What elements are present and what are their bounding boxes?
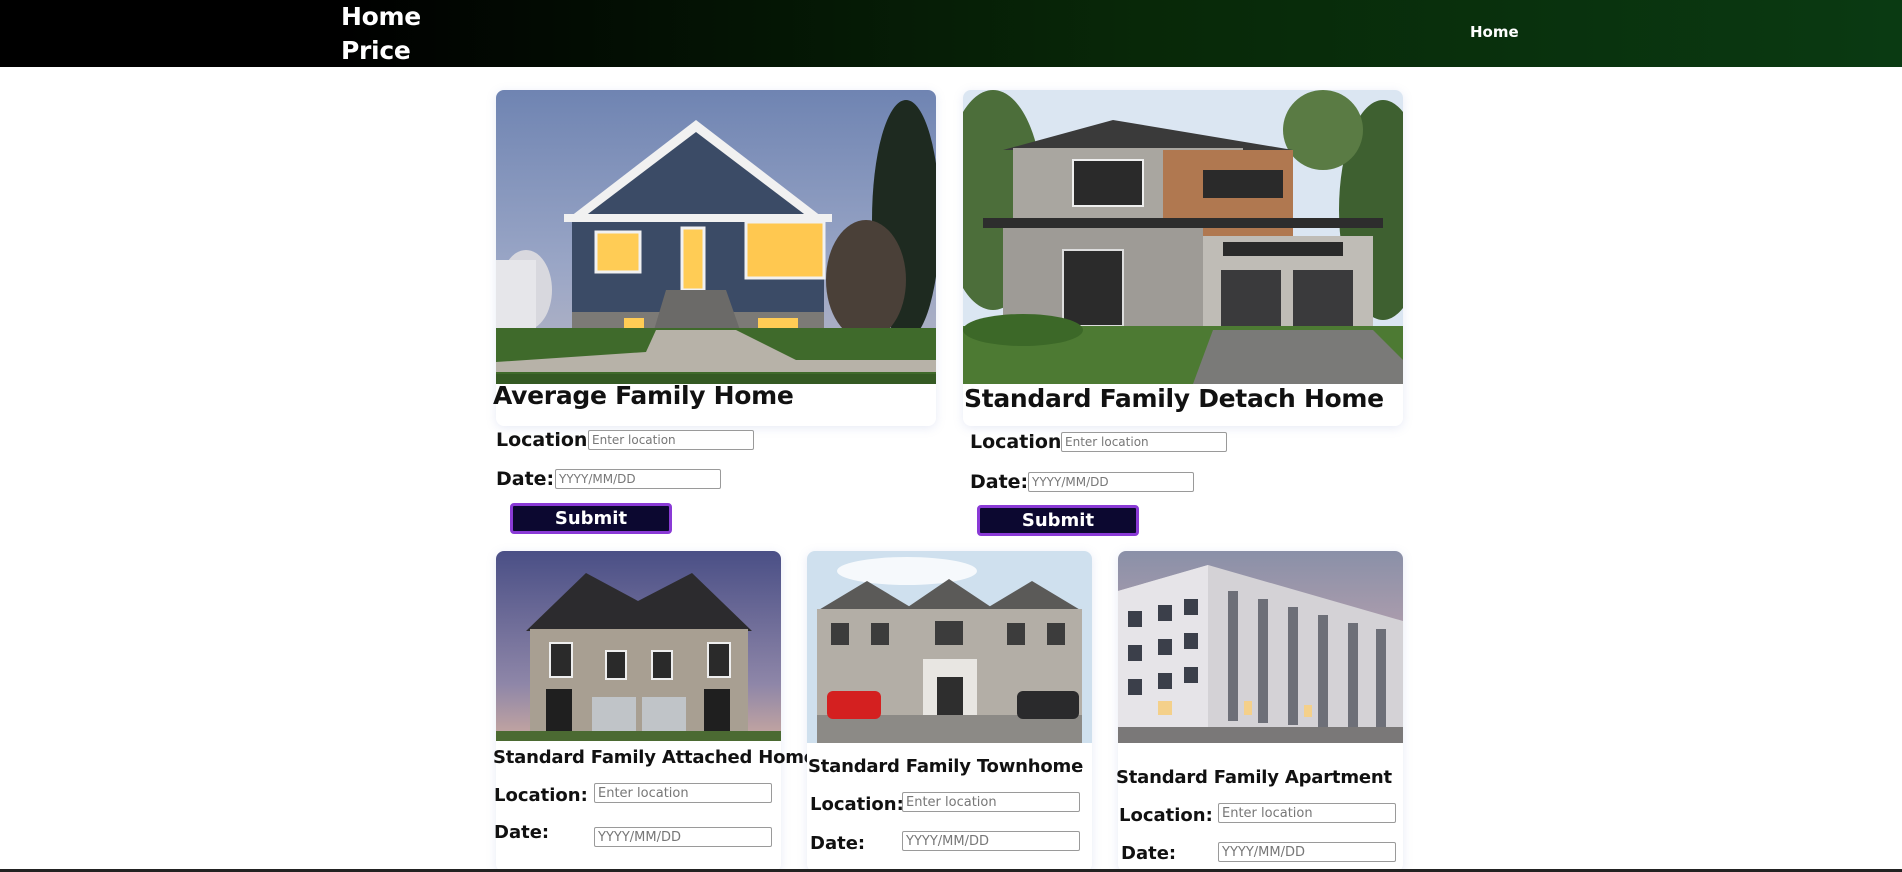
standard-family-townhome-image (807, 551, 1092, 743)
submit-button[interactable]: Submit (510, 503, 672, 534)
submit-button[interactable]: Submit (977, 505, 1139, 536)
average-family-home-title: Average Family Home (493, 381, 794, 410)
location-input[interactable] (1218, 803, 1396, 823)
standard-family-apartment-title: Standard Family Apartment (1116, 767, 1392, 788)
standard-family-attached-home-title: Standard Family Attached Home (493, 747, 816, 768)
location-label: Location: (1119, 805, 1213, 826)
location-input[interactable] (594, 783, 772, 803)
average-family-home-image (496, 90, 936, 384)
date-label: Date: (494, 822, 550, 843)
location-label: Location: (496, 429, 596, 451)
date-label: Date: (496, 468, 555, 490)
page: Home Price Prediction Home Average Famil… (0, 0, 1902, 872)
standard-family-townhome-title: Standard Family Townhome (808, 756, 1084, 777)
date-input[interactable] (1028, 472, 1194, 492)
date-input[interactable] (902, 831, 1080, 851)
date-input[interactable] (1218, 842, 1396, 862)
location-label: Location: (810, 794, 904, 815)
navbar: Home Price Prediction Home (0, 0, 1902, 99)
date-label: Date: (1121, 843, 1177, 864)
date-label: Date: (970, 471, 1029, 493)
standard-family-detach-home-image (963, 90, 1403, 384)
location-input[interactable] (1061, 432, 1227, 452)
date-input[interactable] (555, 469, 721, 489)
location-input[interactable] (588, 430, 754, 450)
location-input[interactable] (902, 792, 1080, 812)
location-label: Location: (494, 785, 588, 806)
standard-family-attached-home-image (496, 551, 781, 741)
standard-family-detach-home-title: Standard Family Detach Home (964, 384, 1384, 413)
brand-title: Home Price Prediction (341, 2, 483, 99)
standard-family-apartment-image (1118, 551, 1403, 743)
date-input[interactable] (594, 827, 772, 847)
nav-home-link[interactable]: Home (1470, 23, 1519, 41)
date-label: Date: (810, 833, 866, 854)
location-label: Location: (970, 431, 1070, 453)
